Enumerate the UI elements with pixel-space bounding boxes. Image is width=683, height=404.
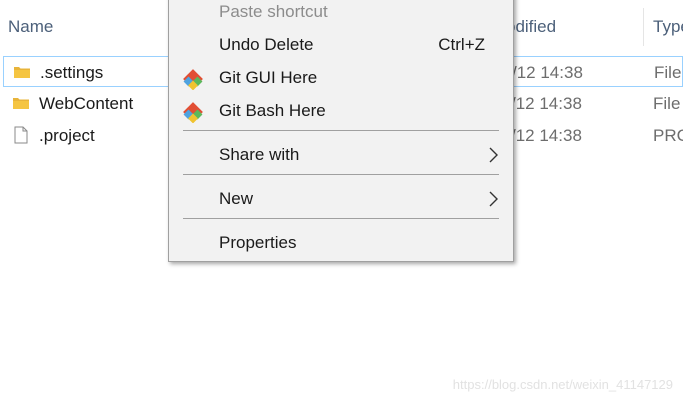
file-date-modified: /12 14:38 xyxy=(511,126,582,145)
menu-item-label: Share with xyxy=(219,145,300,164)
file-type: File xyxy=(653,94,681,113)
column-divider[interactable] xyxy=(643,8,644,46)
file-type: PRC xyxy=(653,126,683,145)
menu-separator xyxy=(183,130,499,131)
file-explorer: Name odified Type .settings /12 14:38 Fi… xyxy=(0,0,683,404)
column-header-name[interactable]: Name xyxy=(8,0,53,54)
keyboard-shortcut: Ctrl+Z xyxy=(438,35,485,54)
menu-item-label: Properties xyxy=(219,233,297,252)
file-name: .settings xyxy=(40,63,104,82)
menu-separator xyxy=(183,218,499,219)
menu-item-share-with[interactable]: Share with xyxy=(169,138,513,171)
context-menu: Paste shortcut Undo Delete Ctrl+Z Git GU… xyxy=(168,0,514,262)
menu-item-label: Git Bash Here xyxy=(219,101,326,120)
file-name: .project xyxy=(39,126,95,145)
menu-item-git-gui-here[interactable]: Git GUI Here xyxy=(169,61,513,94)
folder-icon xyxy=(13,98,29,109)
chevron-right-icon xyxy=(489,191,498,207)
menu-separator xyxy=(183,174,499,175)
chevron-right-icon xyxy=(489,147,498,163)
document-icon xyxy=(14,126,28,144)
menu-item-paste-shortcut[interactable]: Paste shortcut xyxy=(169,0,513,28)
file-date-modified: /12 14:38 xyxy=(511,94,582,113)
git-bash-icon xyxy=(183,102,203,123)
menu-item-label: Git GUI Here xyxy=(219,68,318,87)
menu-item-label: New xyxy=(219,189,254,208)
menu-item-label: Paste shortcut xyxy=(219,2,328,21)
menu-item-label: Undo Delete xyxy=(219,35,314,54)
watermark: https://blog.csdn.net/weixin_41147129 xyxy=(452,377,673,392)
file-type: File xyxy=(654,63,682,82)
column-header-type[interactable]: Type xyxy=(653,0,683,54)
file-name: WebContent xyxy=(39,94,134,113)
folder-icon xyxy=(14,67,30,78)
menu-item-undo-delete[interactable]: Undo Delete Ctrl+Z xyxy=(169,28,513,61)
menu-item-new[interactable]: New xyxy=(169,182,513,215)
menu-item-properties[interactable]: Properties xyxy=(169,226,513,259)
menu-item-git-bash-here[interactable]: Git Bash Here xyxy=(169,94,513,127)
git-gui-icon xyxy=(183,69,203,90)
file-date-modified: /12 14:38 xyxy=(512,63,583,82)
